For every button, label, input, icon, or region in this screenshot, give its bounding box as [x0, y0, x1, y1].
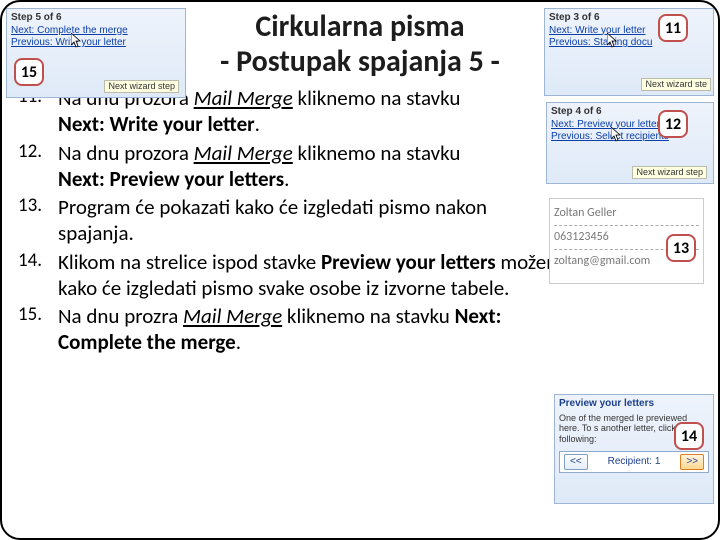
panel-header: Step 5 of 6 [11, 12, 181, 25]
next-link[interactable]: Next: Complete the merge [11, 25, 181, 38]
tooltip: Next wizard ste [641, 78, 711, 91]
text-bold: Preview your letters [321, 249, 496, 275]
recipient-nav: << Recipient: 1 >> [559, 451, 709, 474]
text: . [284, 166, 289, 192]
title-line-2: - Postupak spajanja 5 - [220, 43, 500, 80]
prev-recipient-button[interactable]: << [564, 454, 588, 471]
text-bold: Next: Preview your letters [58, 166, 284, 192]
badge-11: 11 [658, 14, 688, 42]
wizard-panel-step3: Step 3 of 6 Next: Write your letter Prev… [544, 8, 714, 96]
slide-title: Cirkularna pisma - Postupak spajanja 5 - [185, 10, 535, 79]
badge-14: 14 [674, 422, 704, 450]
text-emphasis: Mail Merge [194, 140, 293, 166]
text-emphasis: Mail Merge [183, 303, 282, 329]
text: kliknemo na stavku [293, 140, 461, 166]
text: . [236, 329, 241, 355]
wizard-panel-step4: Step 4 of 6 Next: Preview your letters P… [546, 102, 714, 184]
badge-13: 13 [666, 234, 696, 262]
title-line-1: Cirkularna pisma [255, 8, 464, 45]
tooltip: Next wizard step [104, 80, 179, 93]
text: kliknemo na stavku [282, 303, 454, 329]
text: Klikom na strelice ispod stavke [58, 249, 321, 275]
tooltip: Next wizard step [632, 166, 707, 179]
text: Na dnu prozora [58, 140, 194, 166]
text-emphasis: Mail Merge [194, 85, 293, 111]
text-bold: Next: Write your letter [58, 111, 255, 137]
text: . [255, 111, 260, 137]
step-15: Na dnu prozra Mail Merge kliknemo na sta… [16, 303, 704, 356]
next-recipient-button[interactable]: >> [680, 454, 704, 471]
badge-15: 15 [14, 58, 44, 86]
contact-name: Zoltan Geller [554, 202, 699, 226]
panel-header: Preview your letters [559, 398, 709, 411]
badge-12: 12 [658, 110, 688, 138]
text: kliknemo na stavku [293, 85, 461, 111]
prev-link[interactable]: Previous: Write your letter [11, 37, 181, 50]
recipient-label: Recipient: 1 [608, 456, 661, 469]
text: Program će pokazati kako će izgledati pi… [58, 194, 487, 246]
text: Na dnu prozra [58, 303, 183, 329]
slide: Cirkularna pisma - Postupak spajanja 5 -… [0, 0, 720, 540]
